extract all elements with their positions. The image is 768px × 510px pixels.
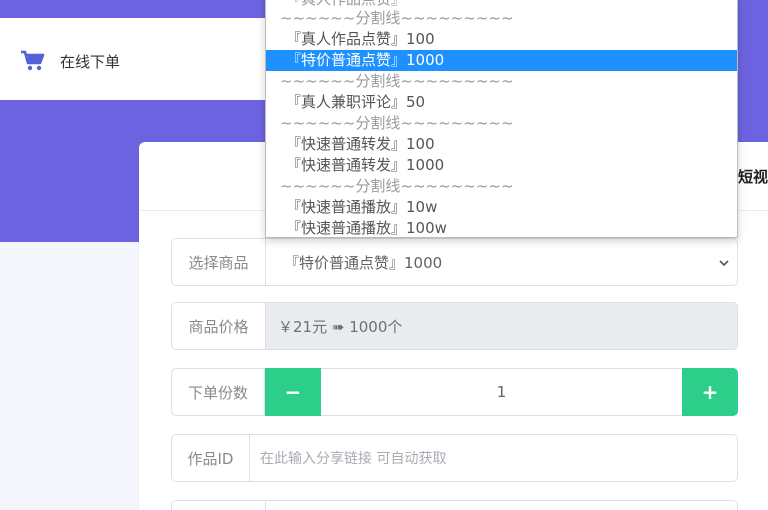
dropdown-option[interactable]: 『快速普通播放』10w	[266, 197, 737, 218]
price-value: ￥21元 ➠ 1000个	[266, 303, 737, 349]
cart-icon	[21, 50, 45, 71]
nav-item-order-online[interactable]: 在线下单	[20, 50, 120, 72]
dropdown-option[interactable]: 『真人作品点赞』	[266, 0, 737, 8]
dropdown-separator: ~~~~~~分割线~~~~~~~~~	[280, 9, 514, 27]
quantity-value[interactable]: 1	[321, 368, 682, 416]
product-selected-value[interactable]: 『特价普通点赞』1000	[266, 239, 737, 285]
quantity-label: 下单份数	[171, 368, 265, 416]
nav-item-label: 在线下单	[60, 52, 121, 71]
decrease-button[interactable]: −	[265, 368, 321, 416]
increase-button[interactable]: +	[682, 368, 738, 416]
dropdown-option[interactable]: 『快速普通播放』100w	[266, 218, 737, 237]
card-heading: 短视频	[738, 168, 768, 186]
quantity-stepper: 下单份数 − 1 +	[171, 368, 738, 416]
product-label: 选择商品	[172, 239, 266, 285]
dropdown-separator: ~~~~~~分割线~~~~~~~~~	[280, 114, 514, 132]
dropdown-separator: ~~~~~~分割线~~~~~~~~~	[280, 72, 514, 90]
product-select[interactable]: 选择商品 『特价普通点赞』1000	[171, 238, 738, 286]
dropdown-option[interactable]: 『特价普通点赞』1000	[266, 50, 737, 71]
next-field-label	[172, 501, 266, 510]
work-id-input[interactable]: 在此输入分享链接 可自动获取	[250, 435, 737, 481]
work-id-label: 作品ID	[172, 435, 250, 481]
dropdown-option[interactable]: 『真人兼职评论』50	[266, 92, 737, 113]
chevron-down-icon	[719, 260, 729, 267]
price-label: 商品价格	[172, 303, 266, 349]
work-id-field: 作品ID 在此输入分享链接 可自动获取	[171, 434, 738, 482]
product-dropdown-list[interactable]: 『真人作品点赞』~~~~~~分割线~~~~~~~~~『真人作品点赞』100『特价…	[265, 0, 738, 238]
price-field: 商品价格 ￥21元 ➠ 1000个	[171, 302, 738, 350]
dropdown-option[interactable]: 『真人作品点赞』100	[266, 29, 737, 50]
next-field	[171, 500, 738, 510]
dropdown-separator: ~~~~~~分割线~~~~~~~~~	[280, 177, 514, 195]
dropdown-option[interactable]: 『快速普通转发』1000	[266, 155, 737, 176]
dropdown-option[interactable]: 『快速普通转发』100	[266, 134, 737, 155]
